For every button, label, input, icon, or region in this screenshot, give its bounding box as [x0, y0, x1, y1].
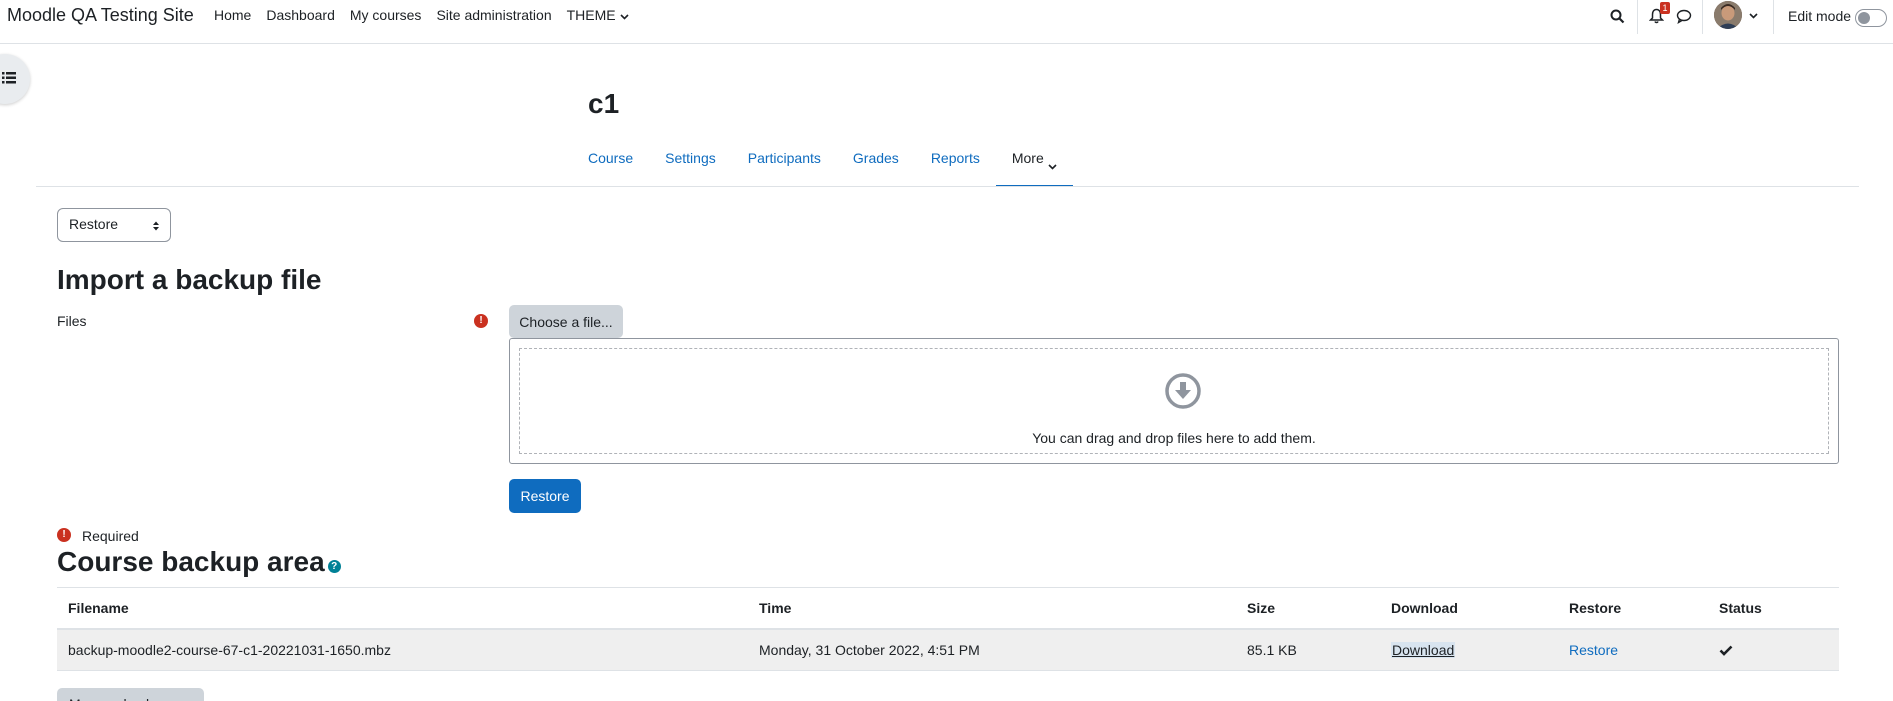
- choose-file-button[interactable]: Choose a file...: [509, 305, 623, 338]
- required-icon: !: [474, 314, 488, 328]
- required-legend: Required: [82, 528, 139, 544]
- column-header-time: Time: [759, 600, 792, 616]
- required-icon: !: [57, 528, 71, 542]
- tab-course[interactable]: Course: [572, 142, 649, 187]
- file-picker-area[interactable]: You can drag and drop files here to add …: [509, 338, 1839, 464]
- list-icon: [2, 72, 16, 84]
- header-divider: [36, 186, 1859, 187]
- edit-mode-label: Edit mode: [1788, 8, 1852, 24]
- backup-filename: backup-moodle2-course-67-c1-20221031-165…: [68, 642, 391, 658]
- backup-action-select-value: Restore: [69, 216, 119, 232]
- user-navigation: 1 Edit mode: [0, 0, 1893, 34]
- restore-link[interactable]: Restore: [1569, 642, 1618, 658]
- table-header-row: Filename Time Size Download Restore Stat…: [57, 587, 1839, 630]
- course-secondary-navigation: Course Settings Participants Grades Repo…: [572, 142, 1073, 187]
- manage-backup-files-button[interactable]: Manage backup files: [57, 688, 204, 701]
- navbar-divider: [1702, 0, 1703, 34]
- navbar-divider: [1773, 0, 1774, 34]
- check-icon: [1719, 630, 1733, 670]
- chevron-down-icon[interactable]: [1744, 7, 1762, 25]
- tab-reports[interactable]: Reports: [915, 142, 996, 187]
- column-header-download: Download: [1391, 600, 1458, 616]
- tab-more-label: More: [1011, 150, 1044, 166]
- user-avatar[interactable]: [1714, 1, 1742, 29]
- restore-link-cell: Restore: [1569, 630, 1618, 670]
- import-heading: Import a backup file: [57, 264, 322, 295]
- select-arrows-icon: [152, 219, 160, 235]
- backup-files-table: Filename Time Size Download Restore Stat…: [57, 587, 1839, 671]
- files-label: Files: [57, 313, 87, 329]
- table-row: backup-moodle2-course-67-c1-20221031-165…: [57, 630, 1839, 671]
- navbar-divider: [1637, 0, 1638, 34]
- restore-button[interactable]: Restore: [509, 479, 581, 513]
- help-icon[interactable]: ?: [327, 559, 341, 573]
- tab-more[interactable]: More: [995, 142, 1073, 187]
- column-header-filename: Filename: [68, 600, 129, 616]
- column-header-size: Size: [1247, 600, 1276, 616]
- backup-time: Monday, 31 October 2022, 4:51 PM: [759, 642, 980, 658]
- notification-count-badge: 1: [1660, 2, 1670, 14]
- chevron-down-icon: [1048, 157, 1057, 173]
- file-dropzone[interactable]: You can drag and drop files here to add …: [519, 348, 1829, 454]
- tab-participants[interactable]: Participants: [732, 142, 837, 187]
- backup-size: 85.1 KB: [1247, 642, 1297, 658]
- download-link-cell: Download: [1391, 630, 1456, 670]
- course-index-toggle[interactable]: [0, 54, 30, 104]
- column-header-status: Status: [1719, 600, 1762, 616]
- dropzone-text: You can drag and drop files here to add …: [1032, 430, 1316, 446]
- download-link[interactable]: Download: [1391, 642, 1456, 658]
- edit-mode-toggle[interactable]: [1855, 9, 1887, 27]
- course-backup-area-title: Course backup area: [57, 546, 325, 577]
- course-title: c1: [588, 88, 620, 119]
- download-arrow-icon: [1165, 373, 1201, 413]
- top-navbar: Moodle QA Testing Site Home Dashboard My…: [0, 0, 1893, 44]
- search-icon[interactable]: [1608, 7, 1626, 25]
- backup-action-select[interactable]: Restore: [57, 208, 171, 242]
- chat-icon[interactable]: [1675, 7, 1693, 25]
- tab-settings[interactable]: Settings: [649, 142, 732, 187]
- column-header-restore: Restore: [1569, 600, 1622, 616]
- course-backup-area-heading: Course backup area ?: [57, 546, 341, 578]
- toggle-knob: [1858, 12, 1870, 24]
- tab-grades[interactable]: Grades: [837, 142, 915, 187]
